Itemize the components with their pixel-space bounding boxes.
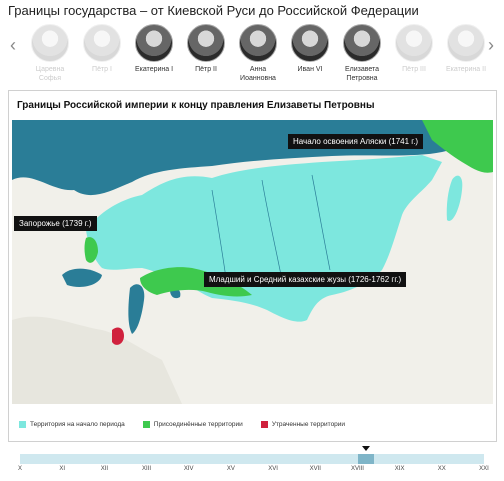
callout-kazakh: Младший и Средний казахские жузы (1726-1… <box>204 272 407 287</box>
legend-item: Присоединённые территории <box>142 421 243 428</box>
ruler-item[interactable]: Пётр I <box>76 22 128 74</box>
ruler-item[interactable]: Иван VI <box>284 22 336 74</box>
map-panel: Границы Российской империи к концу правл… <box>8 90 497 442</box>
timeline-century-label[interactable]: XIV <box>184 466 194 472</box>
timeline-active-segment <box>357 454 374 464</box>
timeline-century-label[interactable]: XII <box>101 466 108 472</box>
ruler-name: Анна Иоанновна <box>240 66 276 82</box>
timeline-century-label[interactable]: XI <box>59 466 65 472</box>
ruler-portrait <box>447 24 485 62</box>
ruler-portrait <box>135 24 173 62</box>
map-area: Начало освоения Аляски (1741 г.) Запорож… <box>12 120 493 404</box>
ruler-item[interactable]: Елизавета Петровна <box>336 22 388 83</box>
ruler-item[interactable]: Царевна Софья <box>24 22 76 83</box>
ruler-name: Екатерина I <box>134 66 174 73</box>
timeline-century-label[interactable]: XIX <box>395 466 405 472</box>
ruler-name: Елизавета Петровна <box>344 66 380 82</box>
ruler-portrait <box>187 24 225 62</box>
page-title: Границы государства – от Киевской Руси д… <box>8 3 419 18</box>
legend-swatch <box>19 421 26 428</box>
timeline-century-label[interactable]: XXI <box>479 466 489 472</box>
ruler-portrait <box>31 24 69 62</box>
chevron-right-icon[interactable]: › <box>484 34 498 56</box>
legend-item: Утраченные территории <box>260 421 346 428</box>
legend-swatch <box>142 421 150 428</box>
timeline-pointer-icon[interactable] <box>361 446 370 451</box>
timeline-century-label[interactable]: X <box>18 466 22 472</box>
timeline-century-label[interactable]: XVI <box>268 466 278 472</box>
legend-item: Территория на начало периода <box>19 421 125 428</box>
ruler-portrait <box>395 24 433 62</box>
ruler-carousel: ‹ Царевна Софья Пётр I Екатерина I Пётр II А… <box>0 22 504 84</box>
ruler-portrait <box>343 24 381 62</box>
callout-alaska: Начало освоения Аляски (1741 г.) <box>288 134 424 149</box>
legend-label: Утраченные территории <box>271 421 346 428</box>
ruler-item[interactable]: Анна Иоанновна <box>232 22 284 83</box>
callout-zaporozhye: Запорожье (1739 г.) <box>14 216 97 231</box>
ruler-name: Иван VI <box>297 66 323 73</box>
ruler-name: Пётр III <box>402 66 426 73</box>
map-legend: Территория на начало периода Присоединён… <box>19 421 345 428</box>
timeline-century-label[interactable]: XX <box>438 466 446 472</box>
ruler-portrait <box>239 24 277 62</box>
ruler-portrait <box>83 24 121 62</box>
legend-label: Территория на начало периода <box>30 421 125 428</box>
map-title: Границы Российской империи к концу правл… <box>17 100 375 111</box>
timeline-century-label[interactable]: XVIII <box>351 466 364 472</box>
ruler-name: Пётр I <box>92 66 112 73</box>
ruler-name: Пётр II <box>195 66 217 73</box>
timeline-century-label[interactable]: XV <box>227 466 235 472</box>
legend-label: Присоединённые территории <box>153 421 243 428</box>
ruler-item[interactable]: Пётр III <box>388 22 440 74</box>
ruler-item[interactable]: Пётр II <box>180 22 232 74</box>
ruler-name: Царевна Софья <box>35 66 65 82</box>
ruler-portrait <box>291 24 329 62</box>
ruler-item[interactable]: Екатерина I <box>128 22 180 74</box>
chevron-left-icon[interactable]: ‹ <box>6 34 20 56</box>
timeline-bar[interactable] <box>20 454 484 464</box>
timeline-century-label[interactable]: XIII <box>142 466 151 472</box>
ruler-name: Екатерина II <box>445 66 487 73</box>
timeline[interactable]: X XI XII XIII XIV XV XVI XVII XVIII XIX XX XXI <box>14 446 490 476</box>
timeline-century-label[interactable]: XVII <box>310 466 321 472</box>
legend-swatch <box>260 421 268 428</box>
map-svg <box>12 120 493 404</box>
